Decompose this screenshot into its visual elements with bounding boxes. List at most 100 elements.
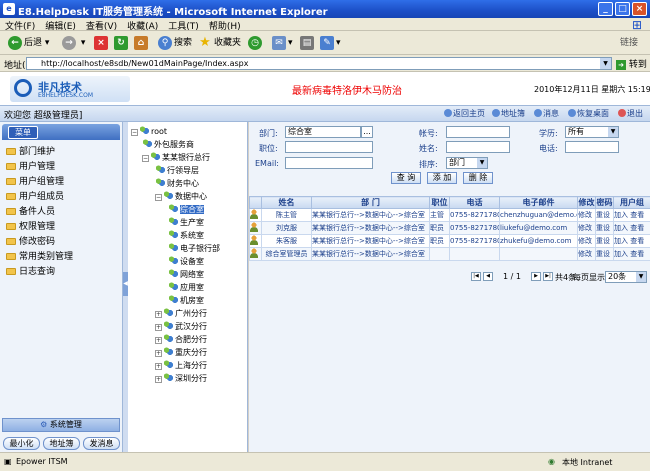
menu-file[interactable]: 文件(F) <box>0 18 40 32</box>
minimize-button[interactable]: _ <box>598 2 613 16</box>
tree-node[interactable]: − 某某银行总行 <box>142 152 210 163</box>
reset-password-link[interactable]: 重设 <box>595 221 614 235</box>
expand-icon[interactable]: + <box>155 376 162 383</box>
address-book-button[interactable]: 地址簿 <box>492 108 525 119</box>
sidebar-item-users[interactable]: 用户管理 <box>6 159 55 172</box>
first-page-button[interactable]: |◀ <box>471 272 481 281</box>
stop-button[interactable]: × <box>94 35 110 51</box>
tree-node[interactable]: 财务中心 <box>155 178 199 189</box>
join-group-link[interactable]: 加入 <box>615 250 629 258</box>
edit-button[interactable]: ✎ ▾ <box>320 35 341 51</box>
cell-name[interactable]: 朱客服 <box>261 234 312 248</box>
position-input[interactable] <box>285 141 373 153</box>
table-row[interactable]: 刘克服 某某银行总行-->数据中心-->综合室 职员 0755-82717801… <box>249 221 650 235</box>
tree-node[interactable]: + 深圳分行 <box>155 373 207 384</box>
mail-button[interactable]: ✉ ▾ <box>272 35 293 51</box>
prev-page-button[interactable]: ◀ <box>483 272 493 281</box>
account-input[interactable] <box>446 126 510 138</box>
column-header-email[interactable]: 电子邮件 <box>499 196 578 209</box>
maximize-button[interactable]: □ <box>615 2 630 16</box>
sidebar-item-dept[interactable]: 部门维护 <box>6 144 55 157</box>
column-header-dept[interactable]: 部 门 <box>311 196 430 209</box>
phone-input[interactable] <box>565 141 619 153</box>
cell-name[interactable]: 陈主管 <box>261 208 312 222</box>
edit-link[interactable]: 修改 <box>577 247 596 261</box>
back-button[interactable]: ← 后退 ▾ <box>8 35 49 51</box>
tree-node[interactable]: 设备室 <box>168 256 204 267</box>
edu-select[interactable]: 所有 ▼ <box>565 126 619 138</box>
forward-button[interactable]: → ▾ <box>62 35 85 51</box>
reset-password-link[interactable]: 重设 <box>595 234 614 248</box>
query-button[interactable]: 查 询 <box>391 172 421 184</box>
delete-button[interactable]: 删 除 <box>463 172 493 184</box>
message-button[interactable]: 消息 <box>534 108 559 119</box>
view-group-link[interactable]: 查看 <box>630 250 644 258</box>
tree-node-selected[interactable]: 综合室 <box>168 204 204 215</box>
next-page-button[interactable]: ▶ <box>531 272 541 281</box>
send-message-button[interactable]: 发消息 <box>83 437 120 450</box>
tree-node[interactable]: + 合肥分行 <box>155 334 207 345</box>
menu-favorites[interactable]: 收藏(A) <box>122 18 163 32</box>
system-management-button[interactable]: ⚙ 系统管理 <box>2 418 120 432</box>
sort-select[interactable]: 部门 ▼ <box>446 157 488 169</box>
close-button[interactable]: × <box>632 2 647 16</box>
table-row[interactable]: 朱客服 某某银行总行-->数据中心-->综合室 职员 0755-82717801… <box>249 234 650 248</box>
tree-node[interactable]: 系统室 <box>168 230 204 241</box>
table-row[interactable]: 陈主管 某某银行总行-->数据中心-->综合室 主管 0755-82717801… <box>249 208 650 222</box>
sidebar-item-groups[interactable]: 用户组管理 <box>6 174 64 187</box>
restore-desktop-button[interactable]: 恢复桌面 <box>568 108 609 119</box>
email-input[interactable] <box>285 157 373 169</box>
cell-name[interactable]: 刘克服 <box>261 221 312 235</box>
home-button[interactable]: ⌂ <box>134 35 150 51</box>
go-button[interactable]: ➜ 转到 <box>616 57 647 70</box>
column-header-phone[interactable]: 电话 <box>449 196 500 209</box>
view-group-link[interactable]: 查看 <box>630 237 644 245</box>
tree-node-root[interactable]: − root <box>131 126 167 136</box>
menu-view[interactable]: 查看(V) <box>81 18 122 32</box>
tree-node[interactable]: 机房室 <box>168 295 204 306</box>
sidebar-item-spare-staff[interactable]: 备件人员 <box>6 204 55 217</box>
minimize-panel-button[interactable]: 最小化 <box>3 437 40 450</box>
add-button[interactable]: 添 加 <box>427 172 457 184</box>
expand-icon[interactable]: + <box>155 363 162 370</box>
tree-node[interactable]: + 广州分行 <box>155 308 207 319</box>
dept-input[interactable]: 综合室 <box>285 126 361 138</box>
menu-edit[interactable]: 编辑(E) <box>40 18 81 32</box>
edit-link[interactable]: 修改 <box>577 208 596 222</box>
column-header-name[interactable]: 姓名 <box>261 196 312 209</box>
table-row[interactable]: 综合室管理员 某某银行总行-->数据中心-->综合室 修改 重设 加入 查看 <box>249 247 650 261</box>
view-group-link[interactable]: 查看 <box>630 211 644 219</box>
expand-icon[interactable]: + <box>155 311 162 318</box>
join-group-link[interactable]: 加入 <box>615 224 629 232</box>
tree-node[interactable]: 网络室 <box>168 269 204 280</box>
address-input[interactable]: http://localhost/e8sdb/New01dMainPage/In… <box>26 57 612 70</box>
sidebar-item-logs[interactable]: 日志查询 <box>6 264 55 277</box>
edit-link[interactable]: 修改 <box>577 234 596 248</box>
expand-icon[interactable]: + <box>155 324 162 331</box>
address-book-bottom-button[interactable]: 地址簿 <box>43 437 80 450</box>
tree-node[interactable]: + 武汉分行 <box>155 321 207 332</box>
favorites-button[interactable]: ★ 收藏夹 <box>198 35 241 51</box>
sidebar-item-categories[interactable]: 常用类别管理 <box>6 249 73 262</box>
logout-button[interactable]: 退出 <box>618 108 643 119</box>
tree-node[interactable]: 应用室 <box>168 282 204 293</box>
last-page-button[interactable]: ▶| <box>543 272 553 281</box>
tree-node[interactable]: − 数据中心 <box>155 191 207 202</box>
column-header-position[interactable]: 职位 <box>429 196 450 209</box>
refresh-button[interactable]: ↻ <box>114 35 130 51</box>
tree-node[interactable]: 生产室 <box>168 217 204 228</box>
reset-password-link[interactable]: 重设 <box>595 247 614 261</box>
name-input[interactable] <box>446 141 510 153</box>
view-group-link[interactable]: 查看 <box>630 224 644 232</box>
tree-node[interactable]: + 重庆分行 <box>155 347 207 358</box>
links-label[interactable]: 链接 <box>620 35 638 51</box>
print-button[interactable]: ▤ <box>300 35 316 51</box>
tree-node[interactable]: 外包服务商 <box>142 139 194 150</box>
tree-node[interactable]: + 上海分行 <box>155 360 207 371</box>
address-dropdown-icon[interactable]: ▼ <box>600 58 611 69</box>
sidebar-item-permissions[interactable]: 权限管理 <box>6 219 55 232</box>
home-page-button[interactable]: 返回主页 <box>444 108 485 119</box>
reset-password-link[interactable]: 重设 <box>595 208 614 222</box>
expand-icon[interactable]: + <box>155 337 162 344</box>
tree-node[interactable]: 电子银行部 <box>168 243 220 254</box>
